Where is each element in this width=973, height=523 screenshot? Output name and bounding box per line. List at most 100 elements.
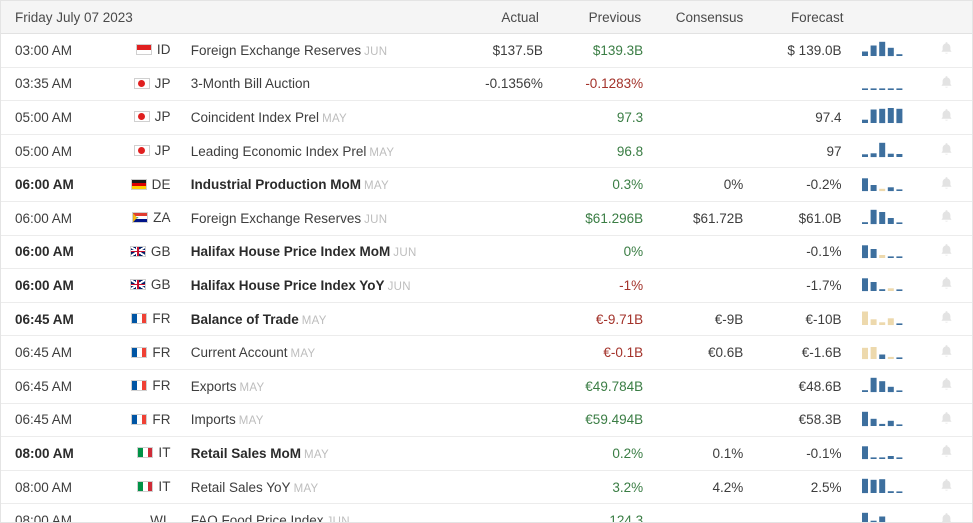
table-row[interactable]: 06:00 AM ZA Foreign Exchange Reserves JUN $6… bbox=[1, 201, 972, 236]
column-header-actual[interactable]: Actual bbox=[466, 1, 553, 34]
country-cell[interactable]: JP bbox=[111, 67, 175, 102]
alert-bell-icon[interactable] bbox=[920, 268, 972, 303]
event-cell[interactable]: Leading Economic Index Prel MAY bbox=[174, 134, 467, 169]
previous-cell[interactable]: $61.296B bbox=[552, 201, 656, 236]
history-sparkline-chart[interactable] bbox=[857, 436, 921, 471]
consensus-cell bbox=[655, 268, 758, 303]
country-cell[interactable]: IT bbox=[111, 470, 175, 505]
table-row[interactable]: 08:00 AM WL FAO Food Price Index JUN 124.3 bbox=[1, 503, 972, 522]
previous-cell[interactable]: €-0.1B bbox=[552, 335, 656, 370]
column-header-forecast[interactable]: Forecast bbox=[757, 1, 858, 34]
history-sparkline-chart[interactable] bbox=[857, 470, 921, 505]
history-sparkline-chart[interactable] bbox=[857, 201, 921, 236]
country-cell[interactable]: JP bbox=[111, 100, 175, 135]
table-row[interactable]: 08:00 AM IT Retail Sales YoY MAY 3.2% 4.2% 2.5… bbox=[1, 470, 972, 505]
country-cell[interactable]: FR bbox=[111, 403, 175, 438]
history-sparkline-chart[interactable] bbox=[857, 503, 921, 522]
event-cell[interactable]: Imports MAY bbox=[174, 403, 467, 438]
event-cell[interactable]: Foreign Exchange Reserves JUN bbox=[174, 201, 467, 236]
previous-cell[interactable]: 97.3 bbox=[552, 100, 656, 135]
previous-cell[interactable]: 0.2% bbox=[552, 436, 656, 471]
history-sparkline-chart[interactable] bbox=[857, 403, 921, 438]
previous-cell[interactable]: 3.2% bbox=[552, 470, 656, 505]
history-sparkline-chart[interactable] bbox=[857, 302, 921, 337]
history-sparkline-chart[interactable] bbox=[857, 235, 921, 270]
table-row[interactable]: 06:45 AM FR Imports MAY €59.494B €58.3B bbox=[1, 403, 972, 438]
table-row[interactable]: 05:00 AM JP Coincident Index Prel MAY 97.3 97… bbox=[1, 100, 972, 135]
table-row[interactable]: 06:45 AM FR Exports MAY €49.784B €48.6B bbox=[1, 369, 972, 404]
table-row[interactable]: 05:00 AM JP Leading Economic Index Prel MAY… bbox=[1, 134, 972, 169]
previous-cell[interactable]: -0.1283% bbox=[552, 67, 656, 102]
previous-cell[interactable]: -1% bbox=[552, 268, 656, 303]
alert-bell-icon[interactable] bbox=[920, 503, 972, 522]
previous-cell[interactable]: 124.3 bbox=[552, 503, 656, 522]
column-header-consensus[interactable]: Consensus bbox=[655, 1, 758, 34]
column-header-previous[interactable]: Previous bbox=[552, 1, 656, 34]
previous-cell[interactable]: $139.3B bbox=[552, 33, 656, 68]
event-cell[interactable]: Retail Sales YoY MAY bbox=[174, 470, 467, 505]
country-cell[interactable]: FR bbox=[111, 302, 175, 337]
previous-cell[interactable]: €-9.71B bbox=[552, 302, 656, 337]
event-cell[interactable]: Industrial Production MoM MAY bbox=[174, 167, 467, 202]
history-sparkline-chart[interactable] bbox=[857, 33, 921, 68]
history-sparkline-chart[interactable] bbox=[857, 268, 921, 303]
event-cell[interactable]: 3-Month Bill Auction bbox=[174, 67, 467, 102]
country-cell[interactable]: ID bbox=[111, 33, 175, 68]
forecast-value: 2.5% bbox=[810, 479, 842, 495]
alert-bell-icon[interactable] bbox=[920, 235, 972, 270]
table-row[interactable]: 03:35 AM JP 3-Month Bill Auction -0.1356% -0… bbox=[1, 67, 972, 102]
history-sparkline-chart[interactable] bbox=[857, 134, 921, 169]
country-cell[interactable]: IT bbox=[111, 436, 175, 471]
alert-bell-icon[interactable] bbox=[920, 201, 972, 236]
table-row[interactable]: 08:00 AM IT Retail Sales MoM MAY 0.2% 0.1% -0.… bbox=[1, 436, 972, 471]
previous-value: -0.1283% bbox=[585, 76, 644, 92]
previous-cell[interactable]: 0.3% bbox=[552, 167, 656, 202]
alert-bell-icon[interactable] bbox=[920, 470, 972, 505]
history-sparkline-chart[interactable] bbox=[857, 167, 921, 202]
history-sparkline-chart[interactable] bbox=[857, 335, 921, 370]
alert-bell-icon[interactable] bbox=[920, 67, 972, 102]
history-sparkline-chart[interactable] bbox=[857, 369, 921, 404]
event-cell[interactable]: Retail Sales MoM MAY bbox=[174, 436, 467, 471]
actual-cell bbox=[466, 235, 553, 270]
alert-bell-icon[interactable] bbox=[920, 302, 972, 337]
country-cell[interactable]: GB bbox=[111, 268, 175, 303]
previous-cell[interactable]: 0% bbox=[552, 235, 656, 270]
previous-cell[interactable]: €59.494B bbox=[552, 403, 656, 438]
country-cell[interactable]: WL bbox=[111, 503, 175, 522]
event-cell[interactable]: Halifax House Price Index MoM JUN bbox=[174, 235, 467, 270]
event-cell[interactable]: Exports MAY bbox=[174, 369, 467, 404]
country-cell[interactable]: GB bbox=[111, 235, 175, 270]
forecast-cell: $61.0B bbox=[757, 201, 858, 236]
alert-bell-icon[interactable] bbox=[920, 436, 972, 471]
event-cell[interactable]: Balance of Trade MAY bbox=[174, 302, 467, 337]
event-cell[interactable]: Current Account MAY bbox=[174, 335, 467, 370]
table-row[interactable]: 06:45 AM FR Balance of Trade MAY €-9.71B €-9B… bbox=[1, 302, 972, 337]
consensus-value: 4.2% bbox=[712, 479, 744, 495]
country-cell[interactable]: JP bbox=[111, 134, 175, 169]
previous-cell[interactable]: 96.8 bbox=[552, 134, 656, 169]
history-sparkline-chart[interactable] bbox=[857, 100, 921, 135]
history-sparkline-chart[interactable] bbox=[857, 67, 921, 102]
previous-cell[interactable]: €49.784B bbox=[552, 369, 656, 404]
country-cell[interactable]: FR bbox=[111, 335, 175, 370]
country-cell[interactable]: DE bbox=[111, 167, 175, 202]
event-cell[interactable]: Coincident Index Prel MAY bbox=[174, 100, 467, 135]
alert-bell-icon[interactable] bbox=[920, 167, 972, 202]
event-cell[interactable]: FAO Food Price Index JUN bbox=[174, 503, 467, 522]
alert-bell-icon[interactable] bbox=[920, 33, 972, 68]
table-row[interactable]: 06:00 AM GB Halifax House Price Index MoM J… bbox=[1, 235, 972, 270]
country-cell[interactable]: ZA bbox=[111, 201, 175, 236]
alert-bell-icon[interactable] bbox=[920, 369, 972, 404]
alert-bell-icon[interactable] bbox=[920, 134, 972, 169]
table-row[interactable]: 06:00 AM GB Halifax House Price Index YoY J… bbox=[1, 268, 972, 303]
alert-bell-icon[interactable] bbox=[920, 403, 972, 438]
event-cell[interactable]: Halifax House Price Index YoY JUN bbox=[174, 268, 467, 303]
alert-bell-icon[interactable] bbox=[920, 335, 972, 370]
event-cell[interactable]: Foreign Exchange Reserves JUN bbox=[174, 33, 467, 68]
table-row[interactable]: 06:00 AM DE Industrial Production MoM MAY 0.… bbox=[1, 167, 972, 202]
country-cell[interactable]: FR bbox=[111, 369, 175, 404]
table-row[interactable]: 06:45 AM FR Current Account MAY €-0.1B €0.6B €… bbox=[1, 335, 972, 370]
table-row[interactable]: 03:00 AM ID Foreign Exchange Reserves JUN $1… bbox=[1, 33, 972, 68]
alert-bell-icon[interactable] bbox=[920, 100, 972, 135]
